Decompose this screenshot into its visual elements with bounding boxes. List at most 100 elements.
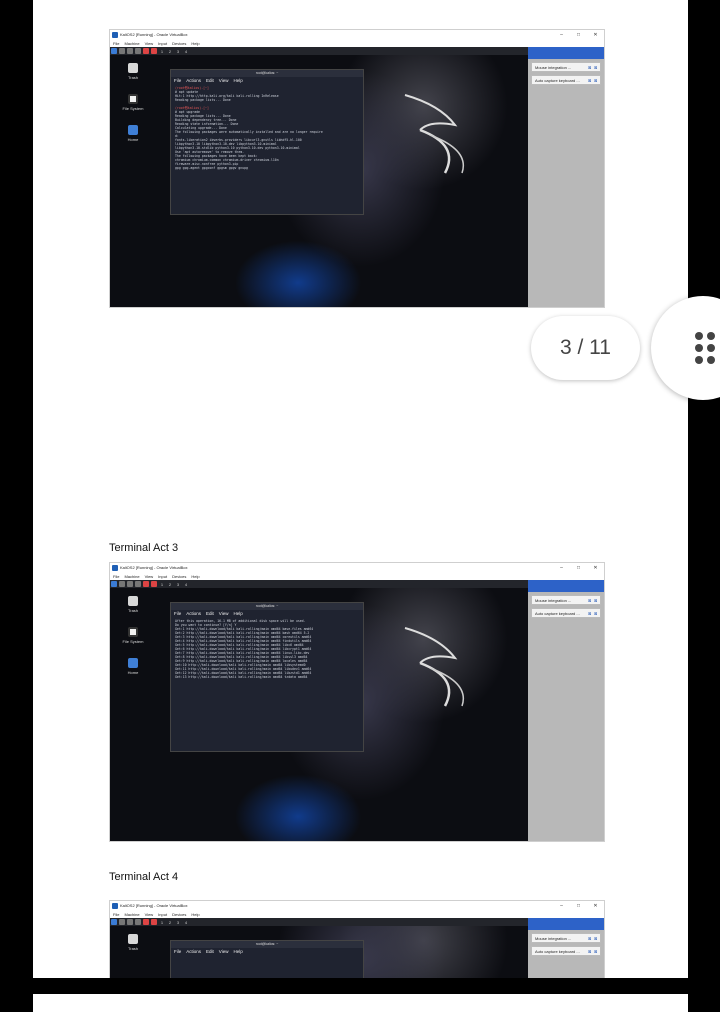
workspace-2: 2 — [168, 919, 172, 925]
terminal-menu-view: View — [218, 611, 229, 616]
virtualbox-icon — [112, 902, 118, 909]
files-icon — [119, 48, 125, 54]
terminal-menu-actions: Actions — [186, 78, 202, 83]
terminal-menu-view: View — [218, 78, 229, 83]
workspace-4: 4 — [184, 919, 188, 925]
terminal-output: After this operation, 16.1 MB of additio… — [171, 617, 363, 681]
vbox-titlebar: KaliOS2 [Running] - Oracle VirtualBox – … — [110, 563, 604, 572]
terminal-title: root@kalios: ~ — [171, 70, 363, 77]
menu-input: Input — [158, 911, 168, 917]
desktop-icon-trash: Trash — [118, 934, 148, 951]
caption-terminal-act-3: Terminal Act 3 — [109, 542, 179, 554]
home-folder-icon — [128, 125, 138, 135]
drive-icon — [128, 627, 138, 637]
folder-icon — [127, 581, 133, 587]
desktop-icons: Trash — [118, 934, 148, 965]
vbox-menubar: File Machine View Input Devices Help — [110, 572, 604, 580]
menu-help: Help — [191, 40, 200, 46]
workspace-3: 3 — [176, 48, 180, 54]
files-icon — [119, 581, 125, 587]
menu-file: File — [113, 40, 120, 46]
document-page: KaliOS2 [Running] - Oracle VirtualBox – … — [33, 0, 688, 978]
menu-view: View — [144, 40, 154, 46]
kali-menu-icon — [111, 48, 117, 54]
grid-dot-icon — [695, 332, 703, 340]
browser-icon — [143, 581, 149, 587]
notification-mouse-integration: Mouse integration ... ⊠ ⊠ — [531, 933, 601, 943]
workspace-4: 4 — [184, 581, 188, 587]
menu-help: Help — [191, 573, 200, 579]
desktop-icon-file-system: File System — [118, 94, 148, 111]
terminal-menu-edit: Edit — [206, 949, 214, 954]
close-icon: ✕ — [593, 31, 598, 38]
desktop-icons: Trash File System Home — [118, 596, 148, 689]
vbox-side-panel: Mouse integration ... ⊠ ⊠ Auto capture k… — [528, 580, 604, 841]
vbox-menubar: File Machine View Input Devices Help — [110, 910, 604, 918]
tools-icon — [151, 919, 157, 925]
menu-help: Help — [191, 911, 200, 917]
menu-devices: Devices — [172, 40, 187, 46]
maximize-icon: □ — [576, 902, 581, 909]
notification-auto-capture: Auto capture keyboard ... ⊠ ⊠ — [531, 75, 601, 85]
terminal-window: root@kalios: ~ File Actions Edit View He… — [170, 602, 364, 752]
menu-machine: Machine — [124, 573, 140, 579]
desktop-icon-trash: Trash — [118, 63, 148, 80]
kali-desktop-wallpaper: Trash root@kalios: ~ File Actions Edit V… — [110, 926, 528, 978]
drive-icon — [128, 94, 138, 104]
browser-icon — [143, 48, 149, 54]
caption-terminal-act-4: Terminal Act 4 — [109, 871, 179, 883]
maximize-icon: □ — [576, 31, 581, 38]
files-icon — [119, 919, 125, 925]
notification-auto-capture: Auto capture keyboard ... ⊠ ⊠ — [531, 946, 601, 956]
vbox-title: KaliOS2 [Running] - Oracle VirtualBox — [120, 903, 188, 908]
activity-graph — [528, 47, 604, 59]
minimize-icon: – — [560, 31, 563, 38]
editor-icon — [135, 919, 141, 925]
close-icon: ✕ — [593, 564, 598, 571]
home-folder-icon — [128, 658, 138, 668]
tools-icon — [151, 48, 157, 54]
terminal-menubar: File Actions Edit View Help — [171, 77, 363, 84]
vbox-titlebar: KaliOS2 [Running] - Oracle VirtualBox – … — [110, 901, 604, 910]
virtualbox-icon — [112, 564, 118, 571]
folder-icon — [127, 919, 133, 925]
dismiss-icon: ⊠ — [594, 935, 598, 941]
kali-dragon-logo — [404, 627, 464, 707]
terminal-window: root@kalios: ~ File Actions Edit View He… — [170, 940, 364, 978]
terminal-menu-actions: Actions — [186, 949, 202, 954]
minimize-icon: – — [560, 564, 563, 571]
terminal-line: gpg gpg-agent gpgconf gpgsm gpgv gnupg — [175, 166, 248, 170]
menu-devices: Devices — [172, 911, 187, 917]
terminal-menu-help: Help — [233, 611, 243, 616]
menu-machine: Machine — [124, 911, 140, 917]
menu-file: File — [113, 573, 120, 579]
notification-mouse-integration: Mouse integration ... ⊠ ⊠ — [531, 62, 601, 72]
activity-graph — [528, 918, 604, 930]
virtualbox-icon — [112, 31, 118, 38]
menu-input: Input — [158, 40, 168, 46]
desktop-icon-home: Home — [118, 658, 148, 675]
kali-menu-icon — [111, 919, 117, 925]
vbox-titlebar: KaliOS2 [Running] - Oracle VirtualBox – … — [110, 30, 604, 39]
menu-view: View — [144, 911, 154, 917]
trash-icon — [128, 596, 138, 606]
terminal-menu-file: File — [174, 949, 182, 954]
desktop-icon-trash: Trash — [118, 596, 148, 613]
terminal-menubar: File Actions Edit View Help — [171, 610, 363, 617]
workspace-1: 1 — [160, 919, 164, 925]
kali-menu-icon — [111, 581, 117, 587]
activity-graph — [528, 580, 604, 592]
vm-display: 1 2 3 4 Trash File System Home root@kali… — [110, 47, 604, 307]
screenshot-vm-3: KaliOS2 [Running] - Oracle VirtualBox – … — [109, 900, 605, 978]
menu-devices: Devices — [172, 573, 187, 579]
maximize-icon: □ — [576, 564, 581, 571]
terminal-line: Get:13 http://kali.download/kali kali-ro… — [175, 675, 308, 679]
terminal-menu-edit: Edit — [206, 78, 214, 83]
dismiss-icon: ⊠ — [594, 597, 598, 603]
folder-icon — [127, 48, 133, 54]
trash-icon — [128, 934, 138, 944]
browser-icon — [143, 919, 149, 925]
dismiss-icon: ⊠ — [594, 948, 598, 954]
terminal-menu-edit: Edit — [206, 611, 214, 616]
grid-dot-icon — [707, 344, 715, 352]
